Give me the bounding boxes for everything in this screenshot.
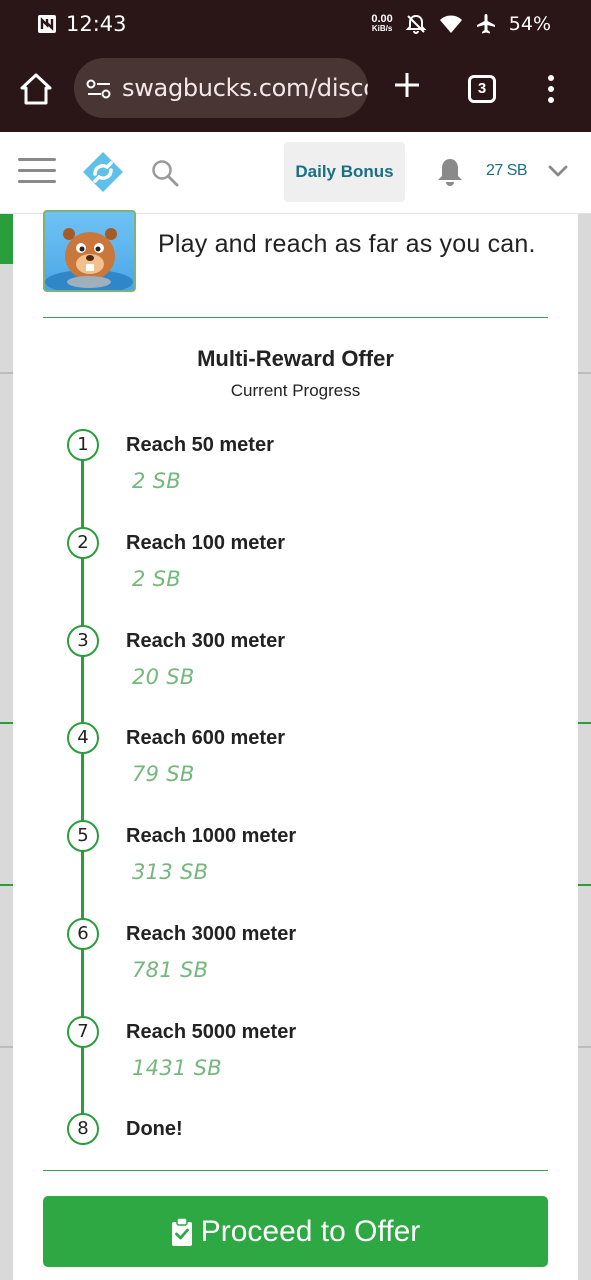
step-number: 3	[67, 625, 99, 657]
background-accent	[0, 214, 13, 264]
step-reward: 79 SB	[132, 762, 195, 786]
step-reward: 313 SB	[132, 860, 209, 884]
progress-step: 2 Reach 100 meter 2 SB	[67, 527, 527, 597]
background-divider	[578, 1046, 591, 1048]
background-divider	[0, 1046, 13, 1048]
step-title: Done!	[126, 1118, 183, 1140]
clock: 12:43	[66, 12, 127, 36]
divider	[43, 1170, 548, 1171]
tab-switcher-button[interactable]: 3	[468, 75, 496, 103]
hamburger-icon[interactable]	[18, 156, 56, 186]
search-icon[interactable]	[150, 158, 180, 188]
battery-level: 54%	[508, 13, 551, 35]
step-reward: 2 SB	[132, 469, 181, 493]
step-number: 2	[67, 527, 99, 559]
progress-step: 5 Reach 1000 meter 313 SB	[67, 820, 527, 890]
bell-off-icon	[405, 14, 427, 34]
progress-step: 8 Done!	[67, 1113, 527, 1183]
network-speed: 0.00 KiB/s	[371, 14, 392, 34]
step-title: Reach 5000 meter	[126, 1021, 297, 1043]
step-reward: 781 SB	[132, 958, 209, 982]
step-number: 4	[67, 722, 99, 754]
beaver-game-image	[45, 228, 133, 290]
step-reward: 20 SB	[132, 665, 195, 689]
progress-step: 4 Reach 600 meter 79 SB	[67, 722, 527, 792]
offer-modal: Play and reach as far as you can. Multi-…	[13, 210, 578, 1280]
status-right: 0.00 KiB/s 54%	[371, 13, 551, 35]
browser-toolbar: swagbucks.com/discover 3	[0, 52, 591, 132]
status-left: 12:43	[36, 12, 127, 36]
step-title: Reach 1000 meter	[126, 825, 297, 847]
daily-bonus-button[interactable]: Daily Bonus	[284, 142, 405, 202]
step-reward: 2 SB	[132, 567, 181, 591]
more-vert-icon[interactable]	[546, 74, 556, 104]
net-speed-unit: KiB/s	[371, 24, 393, 33]
wifi-icon	[439, 15, 462, 33]
offer-title: Multi-Reward Offer	[197, 346, 394, 371]
status-bar: 12:43 0.00 KiB/s 54%	[0, 0, 591, 52]
step-title: Reach 600 meter	[126, 727, 285, 749]
airplane-icon	[476, 14, 495, 34]
step-number: 8	[67, 1113, 99, 1145]
progress-step: 1 Reach 50 meter 2 SB	[67, 429, 527, 499]
background-divider	[0, 722, 13, 724]
site-settings-icon[interactable]	[86, 78, 112, 100]
progress-step: 7 Reach 5000 meter 1431 SB	[67, 1016, 527, 1086]
step-title: Reach 300 meter	[126, 630, 285, 652]
step-number: 6	[67, 918, 99, 950]
offer-subtitle: Current Progress	[230, 381, 361, 400]
step-title: Reach 50 meter	[126, 434, 274, 456]
background-divider	[578, 884, 591, 886]
step-title: Reach 100 meter	[126, 532, 285, 554]
site-header: Daily Bonus 27 SB	[0, 132, 591, 214]
chevron-down-icon[interactable]	[548, 164, 568, 178]
background-divider	[0, 884, 13, 886]
step-reward: 1431 SB	[132, 1056, 222, 1080]
step-number: 1	[67, 429, 99, 461]
step-title: Reach 3000 meter	[126, 923, 297, 945]
game-thumbnail	[43, 210, 136, 292]
proceed-to-offer-button[interactable]: Proceed to Offer	[43, 1196, 548, 1267]
background-divider	[0, 372, 13, 374]
plus-icon[interactable]	[392, 70, 422, 100]
step-number: 5	[67, 820, 99, 852]
home-icon[interactable]	[20, 72, 52, 106]
bell-icon[interactable]	[436, 156, 464, 188]
progress-step: 6 Reach 3000 meter 781 SB	[67, 918, 527, 988]
offer-description: Play and reach as far as you can.	[158, 230, 536, 258]
nfc-icon	[38, 15, 56, 33]
progress-step: 3 Reach 300 meter 20 SB	[67, 625, 527, 695]
background-divider	[578, 372, 591, 374]
background-divider	[578, 722, 591, 724]
proceed-label: Proceed to Offer	[200, 1214, 421, 1248]
divider	[43, 317, 548, 318]
address-bar[interactable]: swagbucks.com/discover	[74, 58, 368, 118]
clipboard-check-icon	[171, 1216, 192, 1246]
step-number: 7	[67, 1016, 99, 1048]
swagbucks-logo-icon[interactable]	[80, 150, 126, 194]
sb-balance[interactable]: 27 SB	[486, 162, 528, 180]
url-text: swagbucks.com/discover	[122, 74, 368, 102]
